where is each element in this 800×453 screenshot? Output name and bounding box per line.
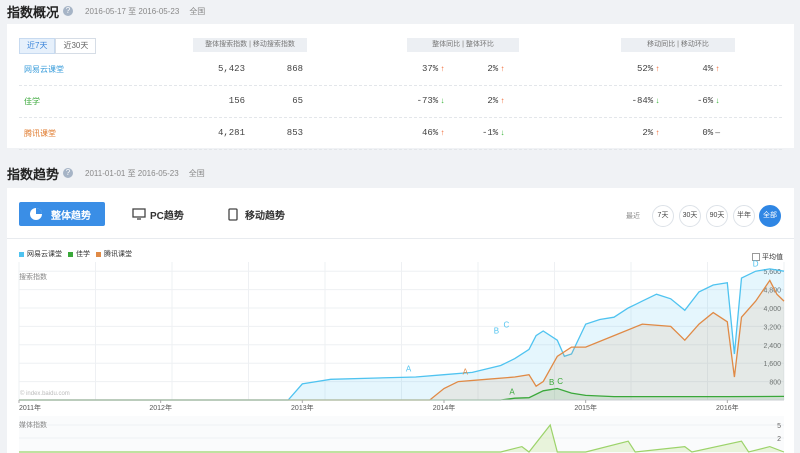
event-marker: A (406, 364, 412, 373)
event-marker: A (509, 387, 515, 396)
event-marker: B (494, 326, 499, 335)
media-chart-bg (19, 416, 784, 453)
x-tick-label: 2011年 (19, 403, 41, 412)
x-tick-label: 2015年 (574, 403, 597, 412)
media-y-tick-label: 2 (777, 436, 781, 443)
event-marker: B (549, 378, 554, 387)
event-marker: A (463, 368, 469, 377)
x-tick-label: 2012年 (149, 403, 172, 412)
event-marker: C (557, 377, 563, 386)
event-marker: D (753, 260, 759, 269)
x-tick-label: 2014年 (433, 403, 456, 412)
media-index-label: 媒体指数 (19, 422, 47, 429)
media-y-tick-label: 5 (777, 423, 781, 430)
x-tick-label: 2013年 (291, 403, 314, 412)
search-index-chart: 8001,6002,4003,2004,0004,8005,6002011年20… (18, 260, 785, 453)
event-marker: C (503, 321, 509, 330)
x-tick-label: 2016年 (716, 403, 739, 412)
